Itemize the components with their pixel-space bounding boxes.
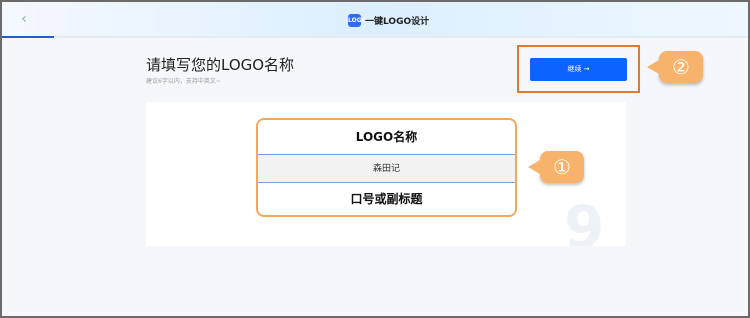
progress-fill (2, 36, 55, 38)
brand: LOGO 一键LOGO设计 (348, 11, 429, 29)
brand-title: 一键LOGO设计 (365, 16, 430, 27)
page-subtitle: 建议6字以内，支持中英文~ (146, 78, 221, 85)
page-title: 请填写您的LOGO名称 (146, 56, 295, 74)
app-window: ‹ LOGO 一键LOGO设计 请填写您的LOGO名称 建议6字以内，支持中英文… (0, 0, 750, 318)
watermark-graphic: 9 (564, 193, 605, 246)
continue-button[interactable]: 继续 → (530, 58, 627, 81)
back-button[interactable]: ‹ (16, 10, 32, 28)
callout-two: ② (647, 51, 703, 83)
brand-logo-icon: LOGO (348, 13, 367, 27)
logo-name-card: LOGO名称 森田记 口号或副标题 (256, 118, 517, 217)
logo-name-label: LOGO名称 (355, 130, 418, 144)
progress-bar (2, 36, 748, 38)
logo-name-input[interactable]: 森田记 (258, 154, 515, 183)
callout-one: ① (528, 151, 584, 183)
top-bar: ‹ LOGO 一键LOGO设计 (2, 2, 748, 38)
slogan-label[interactable]: 口号或副标题 (258, 183, 515, 215)
